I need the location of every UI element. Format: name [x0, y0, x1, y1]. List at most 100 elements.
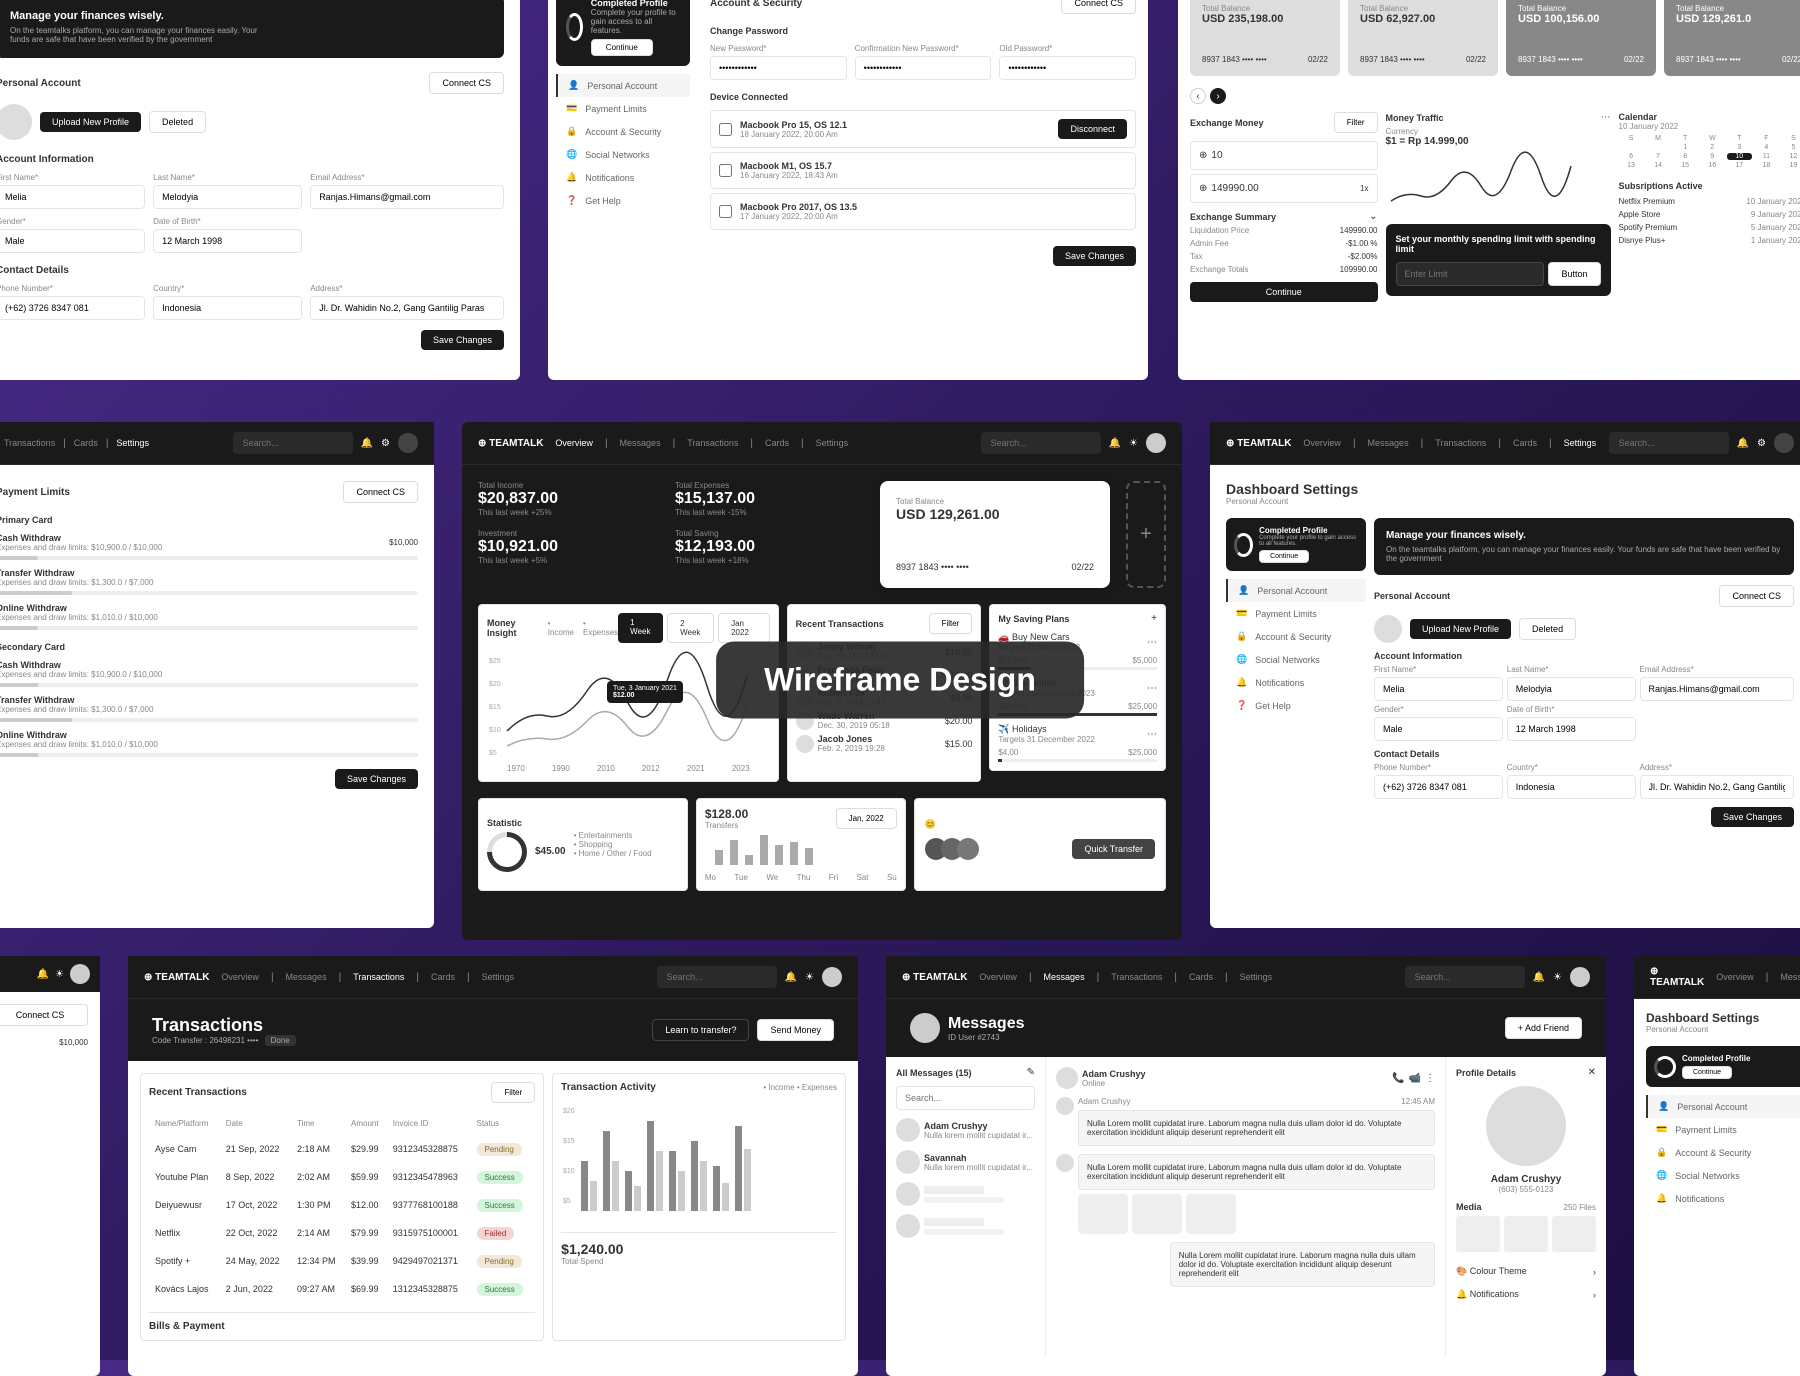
limit-input[interactable] — [1396, 262, 1545, 286]
chevron-down-icon[interactable]: ⌄ — [1369, 211, 1377, 222]
first-name-input[interactable] — [0, 185, 145, 209]
avatar[interactable] — [398, 433, 418, 453]
sidebar-item[interactable]: 👤Personal Account — [1226, 579, 1366, 602]
sidebar-item-notifications[interactable]: 🔔Notifications — [556, 166, 690, 189]
bell-icon[interactable]: 🔔 — [1737, 438, 1749, 449]
search-input[interactable] — [1405, 966, 1525, 988]
bell-icon[interactable]: 🔔 — [37, 969, 49, 980]
currency-input[interactable]: ⊕10 — [1190, 141, 1378, 170]
device-checkbox[interactable] — [719, 205, 732, 218]
device-checkbox[interactable] — [719, 123, 732, 136]
upload-profile-button[interactable]: Upload New Profile — [40, 112, 141, 132]
table-row[interactable]: Kovács Lajos2 Jun, 202209:27 AM$69.99131… — [151, 1276, 533, 1302]
confirm-pw-input[interactable] — [855, 56, 992, 80]
search-input[interactable] — [1609, 432, 1729, 454]
credit-card[interactable]: Total Balance USD 129,261.00 8937 1843 •… — [880, 481, 1110, 588]
close-icon[interactable]: ✕ — [1588, 1067, 1596, 1078]
quick-transfer-button[interactable]: Quick Transfer — [1072, 839, 1155, 859]
gear-icon[interactable]: ⚙ — [1757, 438, 1766, 449]
calendar-grid[interactable]: SMTWTFS 12345 6789101112 13141516171819 — [1619, 135, 1800, 169]
table-row[interactable]: Spotify +24 May, 202212:34 PM$39.9994294… — [151, 1248, 533, 1274]
connect-cs-button[interactable]: Connect CS — [429, 72, 504, 94]
filter-button[interactable]: Filter — [1334, 112, 1378, 133]
add-card-button[interactable]: + — [1126, 481, 1166, 588]
table-row[interactable]: Netflix22 Oct, 20222:14 AM$79.9993159751… — [151, 1220, 533, 1246]
sidebar-item[interactable]: 🔔Notifications — [1226, 671, 1366, 694]
thread-item[interactable] — [896, 1182, 1035, 1206]
gear-icon[interactable]: ⚙ — [381, 438, 390, 449]
add-friend-button[interactable]: + Add Friend — [1505, 1017, 1582, 1039]
sun-icon[interactable]: ☀ — [55, 969, 64, 980]
send-money-button[interactable]: Send Money — [757, 1019, 834, 1041]
video-icon[interactable]: 📹 — [1409, 1073, 1421, 1084]
more-icon[interactable]: ⋮ — [1425, 1073, 1435, 1084]
avatar[interactable] — [1774, 433, 1794, 453]
connect-cs-button[interactable]: Connect CS — [1061, 0, 1136, 14]
gender-input[interactable] — [0, 229, 145, 253]
continue-button[interactable]: Continue — [591, 39, 653, 56]
nav-messages[interactable]: Messages — [612, 438, 669, 448]
edit-icon[interactable]: ✎ — [1027, 1067, 1035, 1078]
phone-input[interactable] — [0, 296, 145, 320]
nav-next-icon[interactable]: › — [1210, 88, 1226, 104]
balance-card[interactable]: Total BalanceUSD 235,198.008937 1843 •••… — [1190, 0, 1340, 76]
plan-row[interactable]: ✈️ HolidaysTargets 31 December 2022⋯$4,0… — [998, 724, 1157, 762]
tab-2week[interactable]: 2 Week — [667, 613, 714, 643]
avatar[interactable] — [70, 964, 90, 984]
option-row[interactable]: 🔔 Notifications› — [1456, 1283, 1596, 1306]
option-row[interactable]: 🎨 Colour Theme› — [1456, 1260, 1596, 1283]
sidebar-item-help[interactable]: ❓Get Help — [556, 189, 690, 212]
table-row[interactable]: Deiyuewusr17 Oct, 20221:30 PM$12.0093777… — [151, 1192, 533, 1218]
balance-card[interactable]: Total BalanceUSD 100,156.008937 1843 •••… — [1506, 0, 1656, 76]
save-button[interactable]: Save Changes — [335, 769, 418, 789]
more-icon[interactable]: ⋯ — [1601, 112, 1611, 123]
search-input[interactable] — [233, 432, 353, 454]
balance-card[interactable]: Total BalanceUSD 129,261.08937 1843 ••••… — [1664, 0, 1800, 76]
bell-icon[interactable]: 🔔 — [1109, 438, 1121, 449]
nav-cards[interactable]: Cards — [757, 438, 797, 448]
thread-item[interactable] — [896, 1214, 1035, 1238]
thread-item[interactable]: Adam CrushyyNulla lorem mollit cupidatat… — [896, 1118, 1035, 1142]
new-pw-input[interactable] — [710, 56, 847, 80]
search-input[interactable] — [657, 966, 777, 988]
email-input[interactable] — [310, 185, 504, 209]
connect-cs-button[interactable]: Connect CS — [343, 481, 418, 503]
nav-prev-icon[interactable]: ‹ — [1190, 88, 1206, 104]
more-icon[interactable]: ⋯ — [1147, 637, 1157, 648]
sidebar-item[interactable]: ❓Get Help — [1226, 694, 1366, 717]
sidebar-item-limits[interactable]: 💳Payment Limits — [556, 97, 690, 120]
sidebar-item[interactable]: 🔒Account & Security — [1226, 625, 1366, 648]
filter-button[interactable]: Filter — [929, 613, 973, 634]
country-input[interactable] — [153, 296, 302, 320]
device-checkbox[interactable] — [719, 164, 732, 177]
bell-icon[interactable]: 🔔 — [361, 438, 373, 449]
add-plan-icon[interactable]: + — [1151, 613, 1157, 624]
last-name-input[interactable] — [153, 185, 302, 209]
phone-icon[interactable]: 📞 — [1392, 1073, 1404, 1084]
nav-transactions[interactable]: Transactions — [679, 438, 746, 448]
thread-item[interactable]: SavannahNulla lorem mollit cupidatat ir.… — [896, 1150, 1035, 1174]
tab-week[interactable]: 1 Week — [618, 613, 663, 643]
nav-overview[interactable]: Overview — [547, 438, 601, 448]
save-button[interactable]: Save Changes — [1053, 246, 1136, 266]
limit-button[interactable]: Button — [1548, 262, 1600, 286]
dob-input[interactable] — [153, 229, 302, 253]
tx-row[interactable]: Jacob JonesFeb. 2, 2019 19:28$15.00 — [796, 734, 973, 753]
continue-button[interactable]: Continue — [1190, 282, 1378, 302]
filter-button[interactable]: Filter — [491, 1082, 535, 1103]
avatar[interactable] — [1146, 433, 1166, 453]
search-input[interactable] — [981, 432, 1101, 454]
msg-search-input[interactable] — [896, 1086, 1035, 1110]
table-row[interactable]: Ayse Cam21 Sep, 20222:18 AM$29.999312345… — [151, 1136, 533, 1162]
balance-card[interactable]: Total BalanceUSD 62,927.008937 1843 ••••… — [1348, 0, 1498, 76]
save-button[interactable]: Save Changes — [421, 330, 504, 350]
nav-settings[interactable]: Settings — [808, 438, 857, 448]
sidebar-item-social[interactable]: 🌐Social Networks — [556, 143, 690, 166]
sidebar-item[interactable]: 💳Payment Limits — [1226, 602, 1366, 625]
tab-month[interactable]: Jan 2022 — [718, 613, 770, 643]
learn-button[interactable]: Learn to transfer? — [652, 1019, 749, 1041]
address-input[interactable] — [310, 296, 504, 320]
table-row[interactable]: Youtube Plan8 Sep, 20222:02 AM$59.999312… — [151, 1164, 533, 1190]
sidebar-item-security[interactable]: 🔒Account & Security — [556, 120, 690, 143]
sun-icon[interactable]: ☀ — [1129, 438, 1138, 449]
